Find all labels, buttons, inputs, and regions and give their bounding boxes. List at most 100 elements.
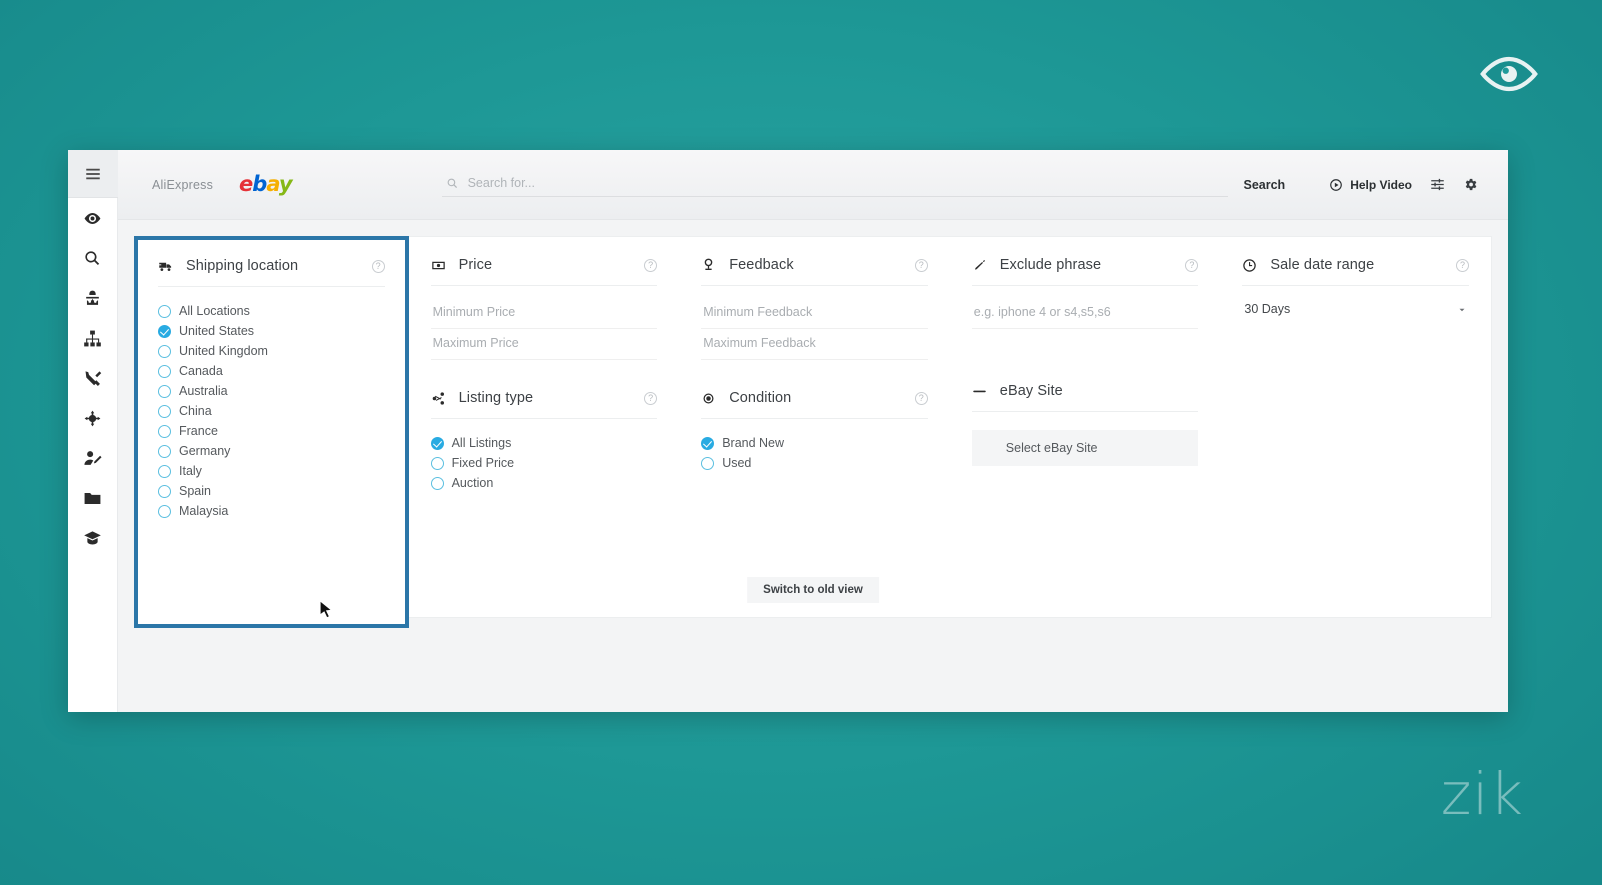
section-header: Price ? [430,257,658,286]
minimum-feedback-input[interactable] [703,305,926,319]
option-label: Auction [451,476,494,490]
radio-icon[interactable] [701,456,715,470]
list-item[interactable]: All Locations [158,301,385,321]
radio-icon[interactable] [158,344,171,358]
section-condition: Condition ? Brand New Used [701,390,928,473]
help-icon[interactable]: ? [914,258,928,272]
gear-icon [1465,178,1477,191]
tab-aliexpress[interactable]: AliExpress [152,178,213,192]
exclude-phrase-field[interactable] [971,298,1199,329]
section-header: Feedback ? [701,257,928,286]
section-header: Sale date range ? [1242,257,1469,286]
pencil-icon [974,259,985,270]
maximum-feedback-input[interactable] [703,336,926,350]
list-item[interactable]: Canada [158,361,385,381]
radio-icon[interactable] [430,476,444,490]
sidebar-item-category-research[interactable] [68,318,118,358]
list-item[interactable]: All Listings [430,433,658,453]
list-item[interactable]: Auction [430,473,658,493]
app-window: AliExpress ebay Search Help Video [68,150,1508,712]
search-field[interactable] [441,172,1228,197]
clock-icon [1243,258,1257,272]
radio-icon[interactable] [430,456,444,470]
help-icon[interactable]: ? [1455,258,1469,272]
switch-to-old-view-button[interactable]: Switch to old view [747,577,879,603]
filters-toggle-button[interactable] [1430,177,1445,192]
topbar-actions: Help Video [1329,177,1478,192]
help-icon[interactable]: ? [644,258,658,272]
section-ebay-site: eBay Site Select eBay Site [971,383,1199,466]
section-header: Exclude phrase ? [971,257,1199,286]
radio-icon[interactable] [430,436,444,450]
sidebar-item-account[interactable] [68,438,118,478]
list-item[interactable]: France [158,421,385,441]
sitemap-icon [84,330,101,346]
shipping-location-options: All Locations United States United Kingd… [158,287,385,521]
help-video-button[interactable]: Help Video [1329,178,1412,192]
sidebar-item-tools[interactable] [68,358,118,398]
exclude-phrase-fields [971,286,1199,329]
maximum-price-input[interactable] [432,336,656,350]
sidebar-item-targeting[interactable] [68,398,118,438]
section-title: Feedback [729,257,794,273]
radio-icon[interactable] [158,384,171,398]
section-exclude-phrase: Exclude phrase ? [971,257,1199,329]
sale-date-range-select-wrap: 30 Days [1242,286,1469,318]
maximum-price-field[interactable] [430,329,658,360]
radio-icon[interactable] [158,424,171,438]
list-item[interactable]: United Kingdom [158,341,385,361]
search-button[interactable]: Search [1228,172,1302,198]
radio-icon[interactable] [158,504,171,518]
radio-icon[interactable] [158,304,171,318]
radio-icon[interactable] [158,484,171,498]
radio-icon[interactable] [158,324,171,338]
spy-icon [86,290,99,305]
section-shipping-location: Shipping location ? All Locations United… [158,258,385,521]
maximum-feedback-field[interactable] [701,329,928,360]
sidebar-item-files[interactable] [68,478,118,518]
sidebar-item-competitor-research[interactable] [68,278,118,318]
help-icon[interactable]: ? [914,391,928,405]
minimum-price-input[interactable] [432,305,656,319]
help-icon[interactable]: ? [371,259,385,273]
list-item[interactable]: Spain [158,481,385,501]
tab-ebay[interactable]: ebay [239,174,293,195]
list-item[interactable]: Brand New [701,433,928,453]
sidebar-item-academy[interactable] [68,518,118,558]
list-item[interactable]: China [158,401,385,421]
option-label: Australia [179,384,228,398]
list-item[interactable]: Italy [158,461,385,481]
radio-icon[interactable] [158,464,171,478]
sidebar-item-search[interactable] [68,238,118,278]
settings-button[interactable] [1463,177,1478,192]
radio-icon[interactable] [158,364,171,378]
search-input[interactable] [467,176,1226,190]
section-title: Sale date range [1270,257,1375,273]
minimum-price-field[interactable] [430,298,658,329]
list-item[interactable]: Used [701,453,928,473]
option-label: Germany [179,444,231,458]
select-ebay-site-button[interactable]: Select eBay Site [971,430,1199,466]
filters-area: Shipping location ? All Locations United… [118,220,1508,712]
radio-icon[interactable] [158,404,171,418]
section-title: Condition [729,390,792,406]
list-item[interactable]: United States [158,321,385,341]
radio-icon[interactable] [701,436,715,450]
list-item[interactable]: Malaysia [158,501,385,521]
radio-icon[interactable] [158,444,171,458]
help-icon[interactable]: ? [1185,258,1199,272]
minimum-feedback-field[interactable] [701,298,928,329]
option-label: Used [722,456,752,470]
sidebar-toggle[interactable] [68,150,118,198]
ebay-mini-icon [973,390,986,392]
filter-column-exclude-phrase: Exclude phrase ? e.g. iphone 4 or s4,s5,… [950,237,1221,617]
list-item[interactable]: Germany [158,441,385,461]
help-icon[interactable]: ? [644,391,658,405]
exclude-phrase-input[interactable] [973,305,1197,319]
magnifier-icon [85,250,100,265]
sale-date-range-select[interactable]: 30 Days [1242,300,1469,318]
filter-column-shipping-location: Shipping location ? All Locations United… [134,236,409,628]
list-item[interactable]: Fixed Price [430,453,658,473]
sidebar-item-product-research[interactable] [68,198,118,238]
list-item[interactable]: Australia [158,381,385,401]
